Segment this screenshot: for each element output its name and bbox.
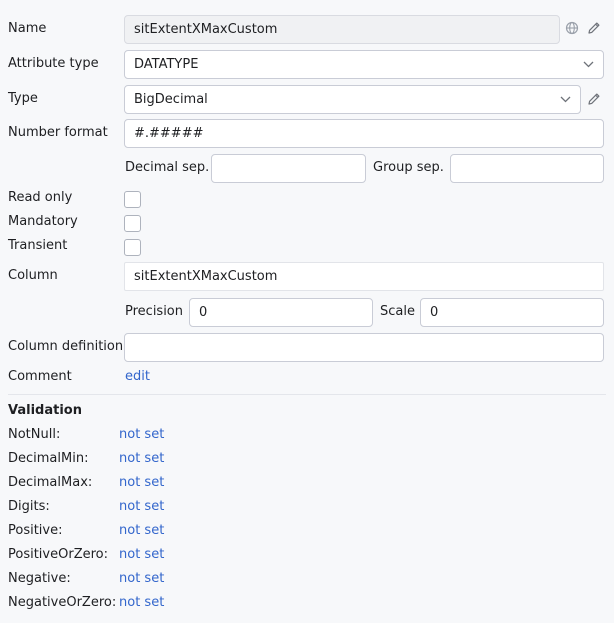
type-edit-icon[interactable] <box>587 92 601 110</box>
validation-label-decimalmin: DecimalMin: <box>8 451 89 466</box>
separator <box>8 394 606 395</box>
type-select[interactable]: BigDecimal <box>124 85 581 114</box>
transient-checkbox[interactable] <box>124 239 141 256</box>
validation-value-negative[interactable]: not set <box>119 571 164 587</box>
type-label: Type <box>8 91 38 106</box>
validation-value-notnull[interactable]: not set <box>119 427 164 443</box>
validation-value-digits[interactable]: not set <box>119 499 164 515</box>
column-definition-label: Column definition <box>8 339 124 354</box>
attribute-type-label: Attribute type <box>8 56 99 71</box>
attribute-type-select[interactable]: DATATYPE <box>124 50 604 79</box>
number-format-label: Number format <box>8 125 108 140</box>
read-only-checkbox[interactable] <box>124 191 141 208</box>
validation-label-decimalmax: DecimalMax: <box>8 475 93 490</box>
column-label: Column <box>8 268 58 283</box>
precision-value: 0 <box>199 305 208 320</box>
validation-label-digits: Digits: <box>8 499 50 514</box>
validation-label-positiveorzero: PositiveOrZero: <box>8 547 108 562</box>
validation-label-negativeorzero: NegativeOrZero: <box>8 595 117 610</box>
mandatory-checkbox[interactable] <box>124 215 141 232</box>
decimal-sep-label: Decimal sep. <box>125 160 210 175</box>
validation-value-decimalmin[interactable]: not set <box>119 451 164 467</box>
validation-label-positive: Positive: <box>8 523 63 538</box>
name-edit-icon[interactable] <box>587 21 601 39</box>
chevron-down-icon <box>583 51 594 78</box>
chevron-down-icon <box>560 86 571 113</box>
comment-label: Comment <box>8 369 72 384</box>
name-value: sitExtentXMaxCustom <box>134 22 278 37</box>
name-field[interactable]: sitExtentXMaxCustom <box>124 15 560 44</box>
validation-title: Validation <box>8 403 82 418</box>
group-sep-input[interactable] <box>450 154 604 183</box>
attribute-type-value: DATATYPE <box>134 57 199 72</box>
validation-value-positive[interactable]: not set <box>119 523 164 539</box>
group-sep-label: Group sep. <box>373 160 444 175</box>
name-label: Name <box>8 21 47 36</box>
column-value: sitExtentXMaxCustom <box>134 269 278 284</box>
validation-label-notnull: NotNull: <box>8 427 61 442</box>
comment-edit-link[interactable]: edit <box>125 369 150 385</box>
mandatory-label: Mandatory <box>8 214 78 229</box>
number-format-input[interactable]: #.##### <box>124 119 604 148</box>
validation-value-positiveorzero[interactable]: not set <box>119 547 164 563</box>
scale-input[interactable]: 0 <box>420 298 604 327</box>
precision-input[interactable]: 0 <box>189 298 373 327</box>
type-value: BigDecimal <box>134 92 208 107</box>
decimal-sep-input[interactable] <box>211 154 366 183</box>
scale-label: Scale <box>380 304 415 319</box>
globe-icon[interactable] <box>565 21 579 39</box>
precision-label: Precision <box>125 304 184 319</box>
read-only-label: Read only <box>8 190 73 205</box>
column-field[interactable]: sitExtentXMaxCustom <box>124 262 604 291</box>
column-definition-input[interactable] <box>124 333 604 362</box>
validation-value-decimalmax[interactable]: not set <box>119 475 164 491</box>
scale-value: 0 <box>430 305 439 320</box>
validation-value-negativeorzero[interactable]: not set <box>119 595 164 611</box>
validation-label-negative: Negative: <box>8 571 71 586</box>
number-format-value: #.##### <box>134 126 204 141</box>
transient-label: Transient <box>8 238 68 253</box>
